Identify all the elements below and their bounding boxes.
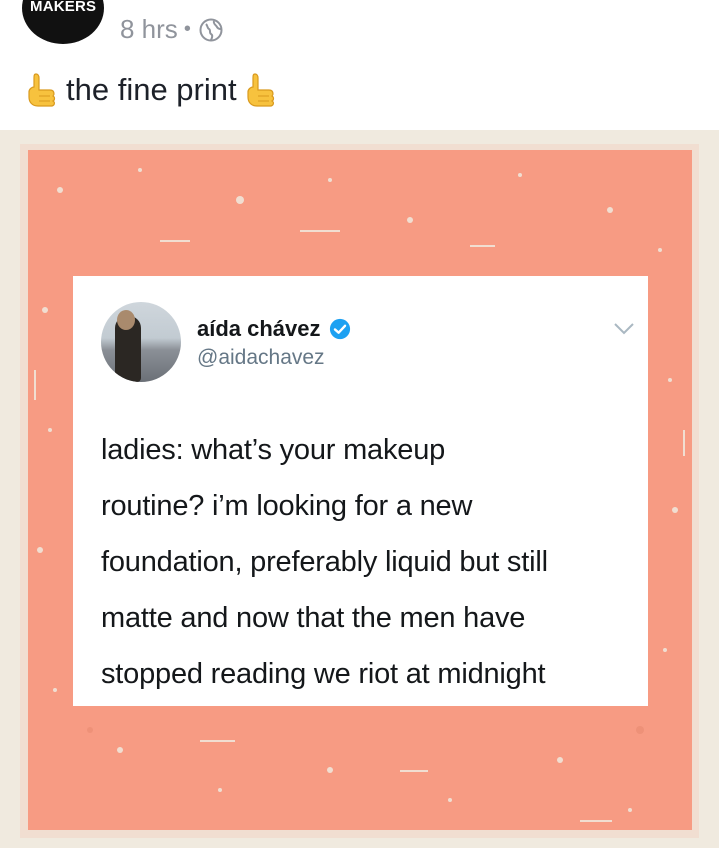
tweet-text-line: ladies: what’s your makeup: [101, 434, 446, 466]
tweet-text-line: stopped reading we riot at midnight: [101, 658, 546, 690]
tweet-card[interactable]: aída chávez @aidachavez ladies: what’s y…: [73, 276, 648, 706]
pointing-hand-left-icon: [28, 73, 56, 107]
page-avatar[interactable]: MAKERS: [22, 0, 104, 44]
shared-image[interactable]: aída chávez @aidachavez ladies: what’s y…: [0, 130, 719, 848]
tweet-author-name-row: aída chávez: [197, 316, 351, 342]
avatar-person-head: [117, 310, 135, 330]
tweet-text-line: matte and now that the men have: [101, 602, 526, 634]
tweet-author-name[interactable]: aída chávez: [197, 316, 321, 342]
tweet-author-avatar[interactable]: [101, 302, 181, 382]
meta-separator: •: [183, 18, 191, 40]
post-meta: 8 hrs •: [120, 14, 223, 45]
avatar-logo-text: MAKERS: [30, 0, 97, 15]
post-caption: the fine print: [22, 70, 281, 110]
verified-badge-icon: [329, 318, 350, 340]
globe-icon[interactable]: [199, 18, 223, 42]
tweet-text-line: routine? i’m looking for a new: [101, 490, 473, 522]
pointing-hand-right-icon: [247, 73, 274, 107]
caption-text: the fine print: [66, 72, 237, 107]
tweet-text-line: foundation, preferably liquid but still: [101, 546, 548, 578]
post-timestamp[interactable]: 8 hrs: [120, 14, 178, 45]
chevron-down-icon[interactable]: [613, 322, 635, 336]
tweet-text: ladies: what’s your makeup routine? i’m …: [101, 422, 631, 702]
tweet-author-handle[interactable]: @aidachavez: [197, 346, 325, 370]
facebook-post: MAKERS 8 hrs • the fine print aída cháve…: [0, 0, 719, 848]
